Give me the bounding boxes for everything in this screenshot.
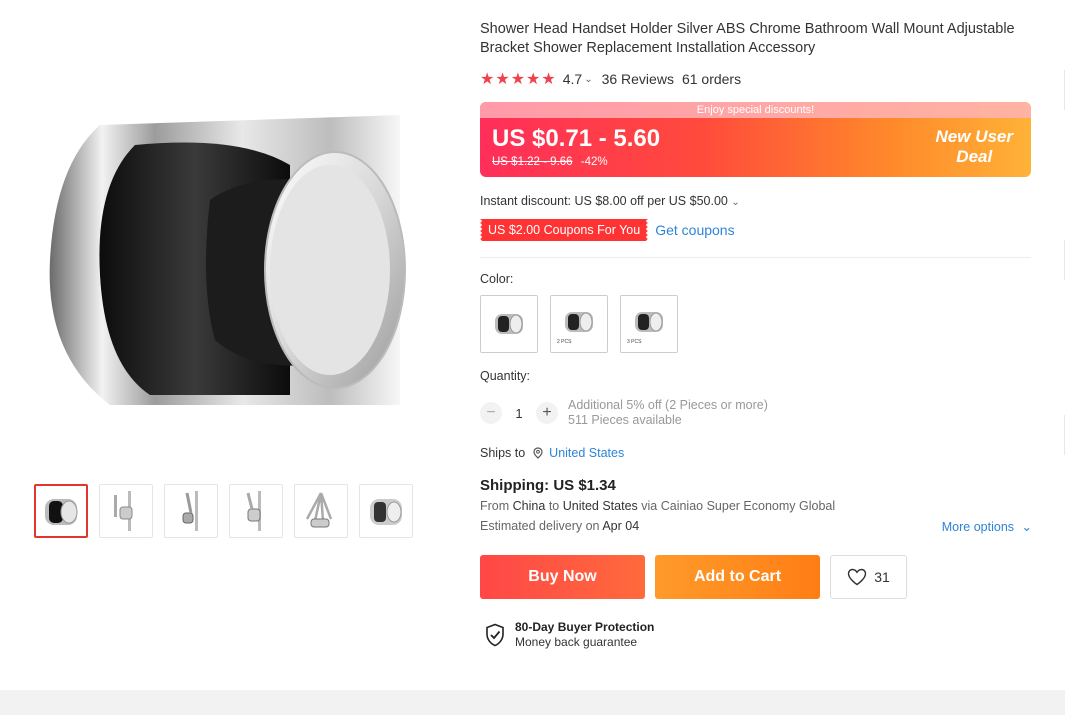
to-word: to [548,499,560,513]
ship-from-country: China [512,499,546,513]
thumbnail-4[interactable] [229,484,283,538]
eta-prefix: Estimated delivery on [480,519,600,533]
add-to-cart-button[interactable]: Add to Cart [655,555,820,599]
estimated-delivery: Estimated delivery on Apr 04 [480,519,639,533]
product-title: Shower Head Handset Holder Silver ABS Ch… [480,21,1015,56]
quantity-note: Additional 5% off (2 Pieces or more) 511… [568,398,768,428]
ship-to-country: United States [562,499,638,513]
thumbnail-6[interactable] [359,484,413,538]
orders-count: 61 orders [681,71,742,87]
thumbnail-5[interactable] [294,484,348,538]
wishlist-button[interactable]: 31 [830,555,907,599]
divider [480,257,1031,258]
original-price: US $1.22 - 9.66 -42% [492,156,608,168]
ships-to-label: Ships to [480,446,526,460]
coupon-row: US $2.00 Coupons For You Get coupons [477,219,735,241]
coupon-tag[interactable]: US $2.00 Coupons For You [477,219,651,241]
get-coupons-link[interactable]: Get coupons [655,222,734,238]
chevron-down-icon: ⌄ [731,197,740,208]
color-swatches: 2 PCS 3 PCS [480,295,678,353]
bulk-discount-note: Additional 5% off (2 Pieces or more) [568,398,768,412]
new-user-deal-badge: New User Deal [936,127,1013,167]
more-options-link[interactable]: More options ⌄ [942,519,1032,534]
pcs-label: 2 PCS [557,339,572,345]
chevron-down-icon: ⌄ [1021,520,1032,534]
more-options-label: More options [941,520,1015,534]
original-price-range: US $1.22 - 9.66 [492,156,573,168]
protection-subtitle: Money back guarantee [515,635,638,649]
price-box: Enjoy special discounts! US $0.71 - 5.60… [480,102,1031,177]
quantity-value[interactable]: 1 [502,406,536,421]
wishlist-count: 31 [874,569,890,585]
chevron-down-icon[interactable]: ⌄ [584,74,592,85]
section-separator [0,690,1065,715]
shield-check-icon [486,623,504,647]
increase-button[interactable]: + [536,402,558,424]
pieces-available: 511 Pieces available [568,413,682,427]
discount-banner: Enjoy special discounts! [480,102,1031,118]
thumbnail-3[interactable] [164,484,218,538]
buyer-protection: 80-Day Buyer Protection Money back guara… [484,620,654,650]
ships-to-country[interactable]: United States [549,446,624,460]
decrease-button[interactable]: − [480,402,502,424]
ships-to-row: Ships to United States [480,446,624,460]
thumbnail-2[interactable] [99,484,153,538]
from-prefix: From [480,499,510,513]
location-pin-icon [533,447,543,459]
color-option-1[interactable] [480,295,538,353]
instant-discount[interactable]: Instant discount: US $8.00 off per US $5… [480,194,740,208]
protection-title: 80-Day Buyer Protection [515,620,655,634]
heart-icon [848,568,867,586]
shipping-carrier: via Cainiao Super Economy Global [641,499,836,513]
color-label: Color: [480,272,514,286]
thumbnail-strip [34,484,413,538]
thumbnail-1[interactable] [34,484,88,538]
buy-now-button[interactable]: Buy Now [480,555,645,599]
deal-line-2: Deal [956,147,993,166]
reviews-link[interactable]: 36 Reviews [602,71,674,87]
rating-score[interactable]: 4.7 [563,71,582,87]
instant-discount-text: Instant discount: US $8.00 off per US $5… [480,194,728,208]
quantity-stepper: − 1 + Additional 5% off (2 Pieces or mor… [480,398,768,428]
shipping-route: From China to United States via Cainiao … [480,499,835,513]
deal-line-1: New User [935,127,1013,146]
star-rating-icon: ★★★★★ [480,71,557,88]
price-range: US $0.71 - 5.60 [492,125,661,152]
color-option-3[interactable]: 3 PCS [620,295,678,353]
pcs-label: 3 PCS [627,339,642,345]
rating-row: ★★★★★ 4.7 ⌄ 36 Reviews 61 orders [480,69,741,89]
shipping-cost: Shipping: US $1.34 [480,477,616,494]
discount-percent: -42% [580,156,608,168]
color-option-2[interactable]: 2 PCS [550,295,608,353]
main-product-image[interactable] [40,105,410,425]
quantity-label: Quantity: [480,369,531,383]
eta-date: Apr 04 [602,519,640,533]
